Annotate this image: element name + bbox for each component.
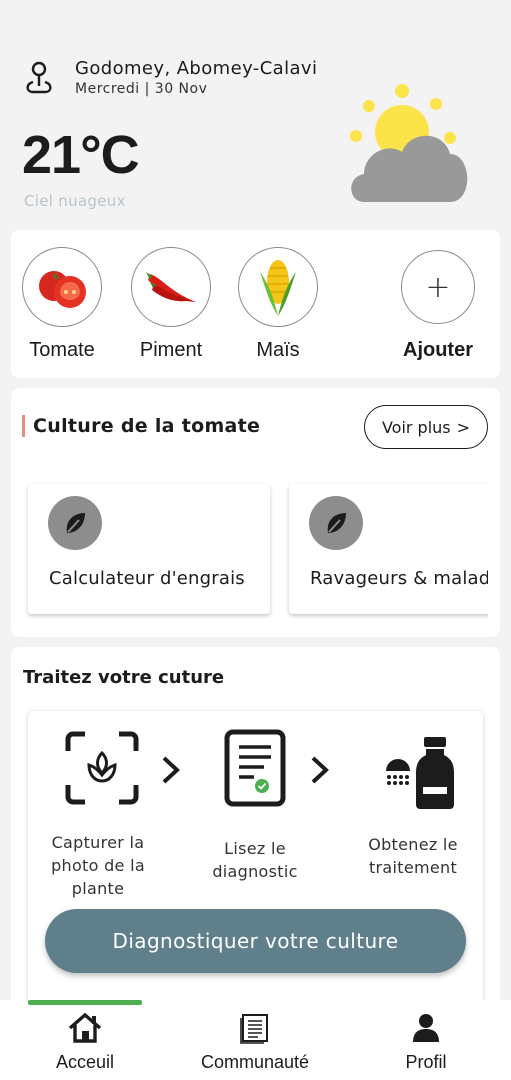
tool-card-pests-diseases[interactable]: Ravageurs & maladies [289,484,488,614]
corn-icon [260,260,296,316]
crop-avatar [238,247,318,327]
nav-item-profil[interactable]: Profil [394,1012,458,1073]
chevron-right-icon: > [456,417,471,437]
nav-label: Communauté [200,1052,310,1072]
voir-plus-label: Voir plus [381,417,451,437]
nav-label: Acceuil [55,1052,115,1072]
nav-item-acceuil[interactable]: Acceuil [48,1012,122,1073]
crop-label: Tomate [29,339,95,361]
crop-avatar [22,247,102,327]
add-crop-label: Ajouter [403,339,473,361]
step-read-diagnostic: Lisez le diagnostic [200,729,310,883]
crop-tomate[interactable]: Tomate [22,247,102,362]
culture-title: Culture de la tomate [22,415,260,437]
partly-cloudy-icon [350,84,468,202]
step-capture: Capturer la photo de la plante [44,731,152,900]
chevron-right-icon [311,756,329,784]
location-city: Godomey, Abomey-Calavi [75,58,318,79]
newspaper-icon [240,1014,268,1044]
bottom-nav: Acceuil Communauté Profil [0,1000,511,1080]
chili-pepper-icon [146,272,196,302]
crop-piment[interactable]: Piment [131,247,211,362]
weather-condition: Ciel nuageux [24,192,126,210]
tool-card-fertilizer-calculator[interactable]: Calculateur d'engrais [28,484,270,614]
location-header: Godomey, Abomey-Calavi Mercredi | 30 Nov [24,58,317,97]
tool-label: Ravageurs & maladies [310,568,488,589]
leaf-icon [48,496,102,550]
nav-item-communaute[interactable]: Communauté [198,1012,312,1073]
step-get-treatment: Obtenez le traitement [358,735,468,879]
temperature: 21°C [22,125,140,185]
crop-label: Maïs [256,339,300,361]
tools-carousel[interactable]: Calculateur d'engrais Ravageurs & maladi… [11,482,488,622]
culture-card: Culture de la tomate Voir plus > Calcula… [11,388,500,637]
crops-card: Tomate Piment Maïs + Ajouter [11,230,500,378]
home-icon [68,1012,102,1043]
current-date: Mercredi | 30 Nov [75,81,208,97]
plus-icon: + [401,250,475,324]
location-pin-icon [26,61,52,94]
diagnose-button[interactable]: Diagnostiquer votre culture [45,909,466,973]
step-label: Lisez le diagnostic [212,839,298,881]
chevron-right-icon [162,756,180,784]
tomato-icon [39,271,86,308]
nav-label: Profil [405,1052,447,1072]
sprayer-bottle-icon [386,737,454,809]
voir-plus-button[interactable]: Voir plus > [364,405,488,449]
active-tab-indicator [28,1000,142,1005]
tool-label: Calculateur d'engrais [49,568,245,589]
user-icon [413,1014,439,1042]
crop-mais[interactable]: Maïs [238,247,318,362]
scan-plant-icon [65,731,139,805]
crop-avatar [131,247,211,327]
treatment-steps-box: Capturer la photo de la plante Lisez le … [28,711,483,1007]
treat-title: Traitez votre cuture [23,667,225,688]
leaf-icon [309,496,363,550]
add-crop-button[interactable]: + Ajouter [398,247,478,362]
treat-card: Traitez votre cuture Capturer la photo d… [11,647,500,1007]
step-label: Obtenez le traitement [368,835,458,877]
report-icon [224,729,286,807]
crop-label: Piment [139,339,203,361]
step-label: Capturer la photo de la plante [51,833,145,898]
